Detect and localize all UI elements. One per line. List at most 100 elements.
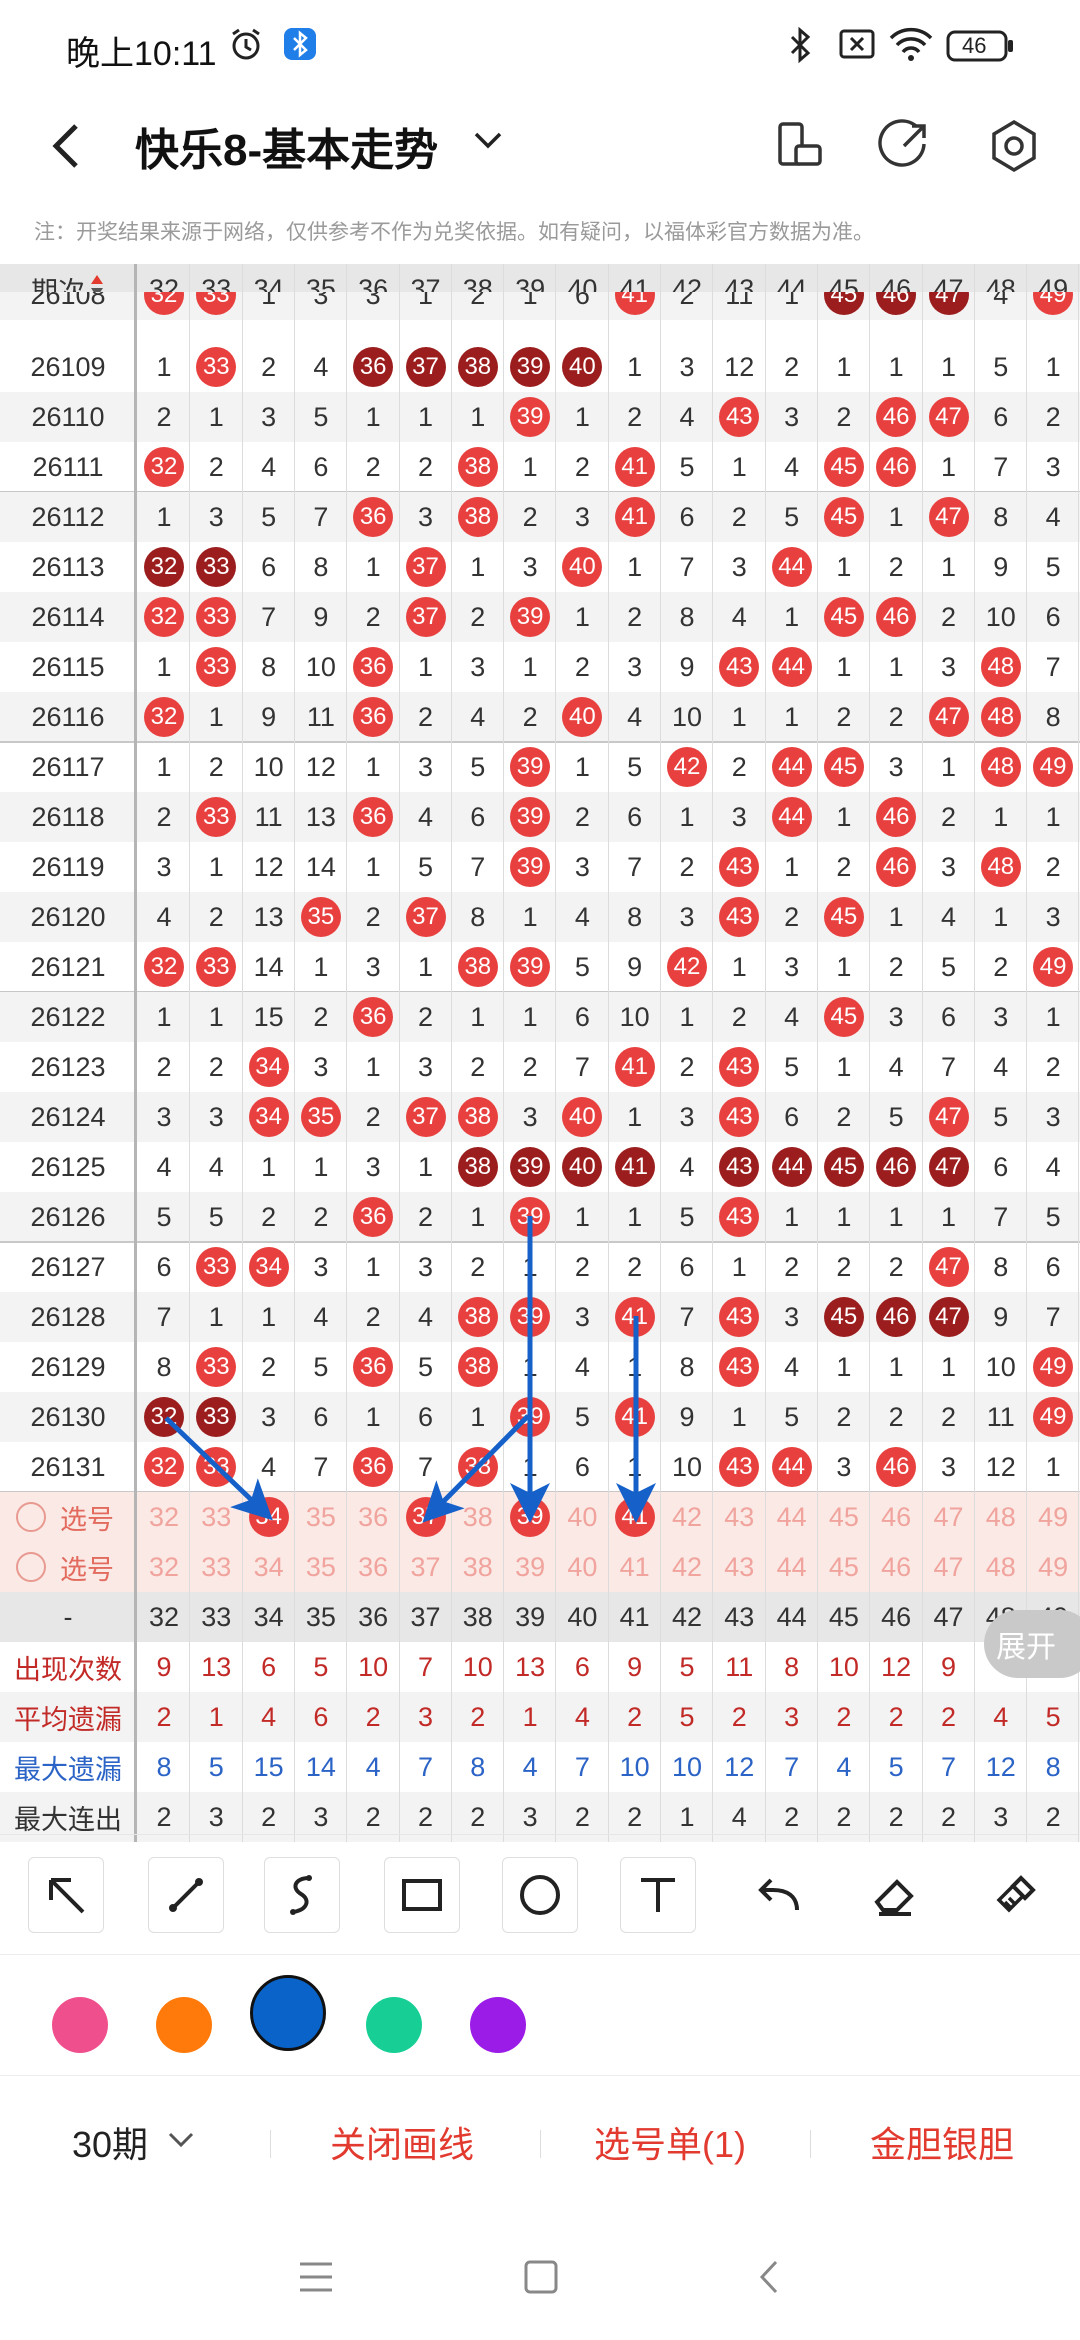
number-cell: 37 (400, 342, 452, 392)
number-cell: 39 (515, 1551, 546, 1582)
clear-all-icon[interactable] (978, 1857, 1054, 1933)
number-cell: 11 (725, 1651, 754, 1682)
number-cell: 2 (417, 451, 434, 482)
radio-circle-icon[interactable] (16, 1552, 46, 1582)
number-cell: 5 (574, 1401, 590, 1432)
number-cell: 7 (993, 1201, 1009, 1232)
color-swatch-selected[interactable] (250, 1975, 326, 2051)
number-ball: 43 (719, 847, 760, 887)
number-cell: 2 (627, 601, 643, 632)
number-cell: 2 (1045, 401, 1061, 432)
row-label: 26122 (30, 1001, 106, 1032)
color-swatch[interactable] (470, 1997, 526, 2053)
number-cell: 47 (923, 1292, 975, 1342)
table-row: 26111 32 2 4 6 2 2 38 1 2 41 5 1 4 45 46 1 7 3 (0, 442, 1080, 492)
color-swatch[interactable] (156, 1997, 212, 2053)
pick-row-label[interactable]: 选号 (0, 1492, 152, 1542)
number-cell: 3 (313, 1051, 329, 1082)
number-cell: 38 (452, 1142, 504, 1192)
number-cell: 2 (313, 1201, 329, 1232)
number-cell: 6 (574, 1451, 590, 1482)
number-cell: 33 (190, 1442, 242, 1492)
undo-icon[interactable] (740, 1857, 816, 1933)
color-swatch[interactable] (366, 1997, 422, 2053)
arrow-tool-icon[interactable] (28, 1857, 104, 1933)
number-cell: 49 (1027, 742, 1079, 792)
number-ball: 41 (614, 1147, 655, 1187)
circle-tool-icon[interactable] (502, 1857, 578, 1933)
number-ball: 49 (1033, 747, 1074, 787)
back-icon[interactable] (40, 116, 100, 176)
close-lines-button[interactable]: 关闭画线 (330, 2116, 474, 2168)
home-icon[interactable] (522, 2258, 560, 2301)
number-cell: 39 (504, 392, 556, 442)
number-cell: 2 (836, 1701, 852, 1732)
number-ball: 33 (196, 597, 237, 637)
number-cell: 6 (679, 1251, 695, 1282)
menu-icon[interactable] (296, 2260, 336, 2299)
number-cell: 3 (417, 1051, 434, 1082)
number-cell: 46 (881, 1551, 912, 1582)
number-cell: 12 (724, 1751, 755, 1782)
number-cell: 34 (253, 1551, 284, 1582)
number-cell: 34 (243, 1242, 295, 1292)
expand-button[interactable]: 展开 (984, 1610, 1080, 1678)
pick-row-label[interactable]: 选号 (0, 1542, 152, 1592)
number-cell: 9 (627, 951, 643, 982)
color-swatch[interactable] (52, 1997, 108, 2053)
number-cell: 6 (313, 451, 329, 482)
row-label: 26130 (30, 1401, 106, 1432)
number-cell: 10 (305, 651, 336, 682)
rotate-screen-icon[interactable] (766, 114, 830, 178)
table-row: 26123 2 2 34 3 1 3 2 2 7 41 2 43 5 1 4 7 4 2 (0, 1042, 1080, 1092)
selection-list-button[interactable]: 选号单(1) (594, 2116, 746, 2168)
number-ball: 43 (719, 1347, 760, 1387)
line-tool-icon[interactable] (148, 1857, 224, 1933)
number-ball: 49 (1033, 1347, 1074, 1387)
number-ball: 45 (823, 997, 864, 1037)
number-cell: 43 (724, 1501, 755, 1532)
number-cell: 48 (975, 742, 1027, 792)
number-cell: 33 (190, 942, 242, 992)
number-cell: 48 (985, 1551, 1016, 1582)
page-title[interactable]: 快乐8-基本走势 (135, 114, 438, 178)
number-cell: 7 (417, 1751, 434, 1782)
number-ball: 37 (405, 1497, 446, 1537)
number-cell: 2 (940, 1701, 957, 1732)
number-cell: 6 (993, 401, 1009, 432)
number-cell: 5 (261, 501, 277, 532)
number-cell: 1 (313, 1151, 329, 1182)
number-cell: 6 (993, 1151, 1009, 1182)
settings-icon[interactable] (982, 114, 1046, 178)
divider (540, 2130, 541, 2158)
number-ball: 35 (300, 1097, 341, 1137)
radio-circle-icon[interactable] (16, 1502, 46, 1532)
row-label: 26112 (31, 501, 105, 532)
number-cell: 1 (470, 1401, 486, 1432)
number-ball: 46 (876, 292, 917, 315)
number-cell: 1 (156, 501, 172, 532)
rectangle-tool-icon[interactable] (384, 1857, 460, 1933)
eraser-icon[interactable] (856, 1857, 932, 1933)
number-cell: 5 (156, 1201, 172, 1232)
period-select[interactable]: 30期 (72, 2116, 148, 2168)
number-ball: 48 (980, 697, 1021, 737)
number-ball: 43 (719, 1197, 760, 1237)
back-nav-icon[interactable] (754, 2258, 784, 2301)
number-ball: 44 (771, 547, 812, 587)
freehand-tool-icon[interactable] (264, 1857, 340, 1933)
number-cell: 1 (365, 551, 381, 582)
share-icon[interactable] (872, 114, 936, 178)
number-cell: 2 (627, 1251, 643, 1282)
table-row: 26130 32 33 3 6 1 6 1 39 5 41 9 1 5 2 2 2 11 49 (0, 1392, 1080, 1442)
pick-row[interactable]: 选号 32 33 34 35 36 37 38 39 40 41 42 43 44 45 46 47 48 49 (0, 1492, 1080, 1542)
pick-row[interactable]: 选号 32 33 34 35 36 37 38 39 40 41 42 43 44 45 46 47 48 49 (0, 1542, 1080, 1592)
chevron-down-icon[interactable] (164, 2122, 198, 2161)
text-tool-icon[interactable] (620, 1857, 696, 1933)
golden-button[interactable]: 金胆银胆 (870, 2116, 1014, 2168)
number-ball: 39 (510, 1147, 551, 1187)
number-cell: 4 (784, 1351, 800, 1382)
table-row: 26118 2 33 11 13 36 4 6 39 2 6 1 3 44 1 46 2 1 1 (0, 792, 1080, 842)
number-cell: 1 (731, 701, 747, 732)
chevron-down-icon[interactable] (470, 122, 506, 163)
